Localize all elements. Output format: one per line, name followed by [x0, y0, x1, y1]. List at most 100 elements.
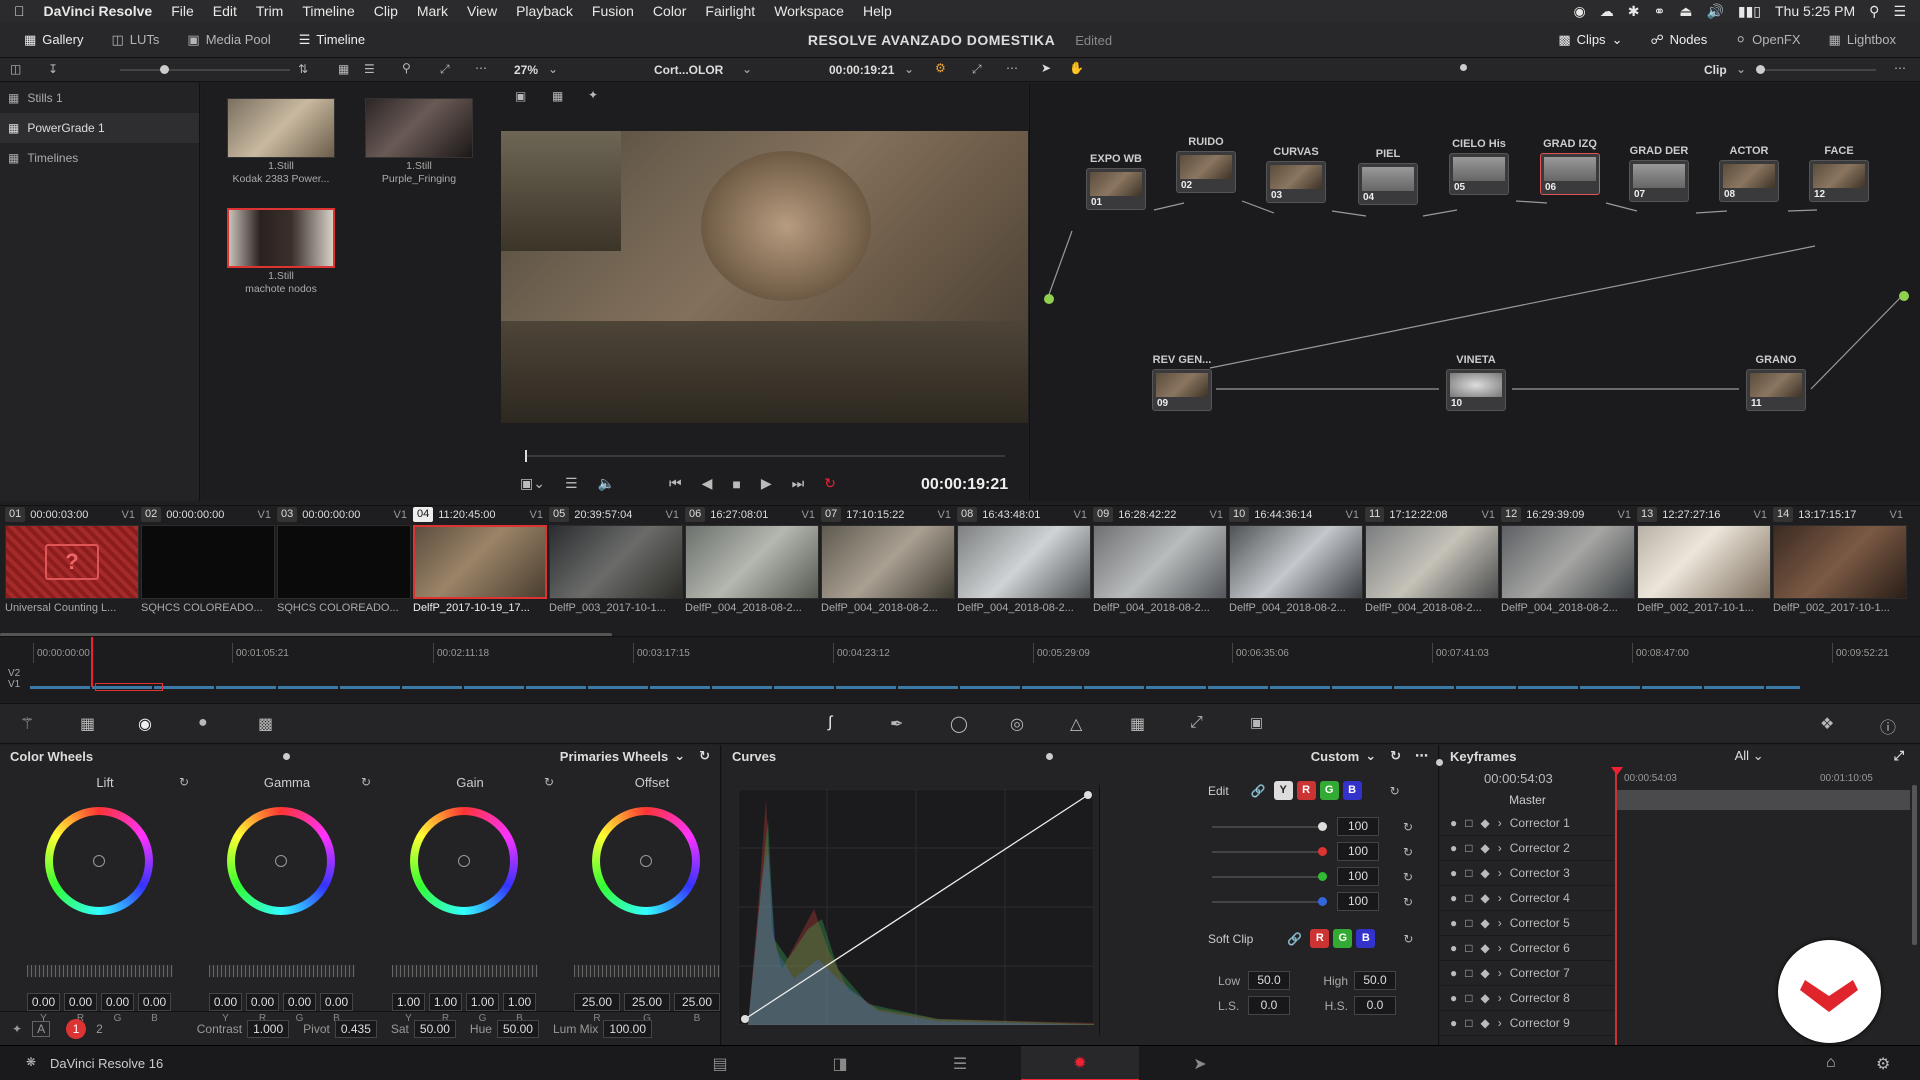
eject-icon[interactable]: ⏏: [1679, 3, 1692, 20]
tc-chevron-icon[interactable]: ⌄: [904, 62, 914, 76]
enable-dot-icon[interactable]: ●: [1450, 1016, 1457, 1030]
reset-wheel-icon[interactable]: ↻: [361, 775, 371, 789]
wheel-master-slider[interactable]: [392, 965, 538, 977]
node-zoom-slider[interactable]: [1756, 65, 1876, 74]
keyframe-diamond-icon[interactable]: ◆: [1481, 1016, 1490, 1030]
node-box[interactable]: 01: [1086, 168, 1146, 210]
rgb-mixer-icon[interactable]: ●: [198, 714, 208, 732]
softclip-r-button[interactable]: R: [1310, 929, 1330, 948]
enable-dot-icon[interactable]: ●: [1450, 816, 1457, 830]
wheel-master-slider[interactable]: [27, 965, 173, 977]
clip-image[interactable]: [413, 525, 547, 599]
motion-effects-icon[interactable]: ▩: [258, 714, 273, 734]
timeline-button[interactable]: ☰ Timeline: [285, 22, 379, 58]
clip-image[interactable]: [1501, 525, 1635, 599]
pivot-control[interactable]: Pivot 0.435: [303, 1019, 377, 1038]
page-edit[interactable]: ☰: [901, 1046, 1019, 1080]
expand-chevron-icon[interactable]: ›: [1498, 841, 1502, 855]
master-row[interactable]: Master: [1440, 790, 1615, 810]
reset-softclip-icon[interactable]: ↻: [1403, 932, 1413, 946]
home-icon[interactable]: ⌂: [1826, 1054, 1836, 1072]
reset-intensity-icon[interactable]: ↻: [1403, 895, 1413, 909]
scrubber-playhead[interactable]: [525, 450, 527, 462]
wheel-puck[interactable]: [640, 855, 652, 867]
wheel-value[interactable]: 0.00: [320, 993, 353, 1011]
node-box[interactable]: 06: [1540, 153, 1600, 195]
still-item[interactable]: 1.Still Purple_Fringing: [365, 98, 473, 186]
softclip-g-button[interactable]: G: [1333, 929, 1353, 948]
curves-tab-icon[interactable]: ∫: [828, 714, 832, 732]
page-2-button[interactable]: 2: [96, 1022, 103, 1036]
clip-chevron-icon[interactable]: ⌄: [742, 62, 752, 76]
menu-trim[interactable]: Trim: [256, 3, 283, 19]
lock-icon[interactable]: □: [1465, 966, 1472, 980]
wheel-value[interactable]: 0.00: [283, 993, 316, 1011]
keyframe-diamond-icon[interactable]: ◆: [1481, 991, 1490, 1005]
menu-clip[interactable]: Clip: [374, 3, 398, 19]
node-10[interactable]: VINETA 10: [1446, 354, 1506, 411]
wheel-center[interactable]: [235, 815, 327, 907]
window-icon[interactable]: ◯: [950, 714, 968, 734]
lum-mix-value[interactable]: 100.00: [603, 1019, 653, 1038]
reset-intensity-icon[interactable]: ↻: [1403, 845, 1413, 859]
wheel-master-slider[interactable]: [574, 965, 720, 977]
still-thumbnail[interactable]: [227, 208, 335, 268]
clip-image[interactable]: [821, 525, 955, 599]
primaries-mode-select[interactable]: Primaries Wheels: [560, 749, 668, 764]
clip-thumbnail-08[interactable]: 08 16:43:48:01 V1 DelfP_004_2018-08-2...: [957, 506, 1091, 634]
split-view-icon[interactable]: ▦: [552, 89, 563, 103]
gallery-button[interactable]: ▦ Gallery: [10, 22, 97, 58]
expand-icon[interactable]: ⤢: [440, 62, 450, 77]
sat-value[interactable]: 50.00: [413, 1019, 456, 1038]
low-value[interactable]: 50.0: [1248, 971, 1290, 990]
curves-page-dot[interactable]: [1046, 752, 1054, 760]
node-05[interactable]: CIELO His 05: [1449, 138, 1509, 195]
sat-control[interactable]: Sat 50.00: [391, 1019, 456, 1038]
clip-thumbnail-05[interactable]: 05 20:39:57:04 V1 DelfP_003_2017-10-1...: [549, 506, 683, 634]
wheels-page-dot[interactable]: [283, 752, 291, 760]
clips-button[interactable]: ▩ Clips ⌄: [1544, 22, 1636, 58]
curve-point-black[interactable]: [741, 1015, 749, 1023]
expand-chevron-icon[interactable]: ›: [1498, 1016, 1502, 1030]
wheel-value[interactable]: 0.00: [101, 993, 134, 1011]
enable-dot-icon[interactable]: ●: [1450, 916, 1457, 930]
corrector-row[interactable]: ● □ ◆ › Corrector 5: [1440, 911, 1614, 936]
menu-fusion[interactable]: Fusion: [592, 3, 634, 19]
clip-thumbnail-13[interactable]: 13 12:27:27:16 V1 DelfP_002_2017-10-1...: [1637, 506, 1771, 634]
enable-dot-icon[interactable]: ●: [1450, 866, 1457, 880]
sidebar-toggle-icon[interactable]: ◫: [10, 62, 21, 76]
still-item[interactable]: 1.Still Kodak 2383 Power...: [227, 98, 335, 186]
lock-icon[interactable]: □: [1465, 866, 1472, 880]
page-color[interactable]: ✹: [1021, 1046, 1139, 1080]
curve-point-white[interactable]: [1084, 791, 1092, 799]
reset-curves-icon[interactable]: ↻: [1390, 748, 1401, 764]
wheel-value[interactable]: 25.00: [574, 993, 620, 1011]
node-box[interactable]: 10: [1446, 369, 1506, 411]
wheel-puck[interactable]: [275, 855, 287, 867]
keyframe-diamond-icon[interactable]: ◆: [1481, 966, 1490, 980]
intensity-slider[interactable]: [1212, 821, 1327, 831]
album-powergrade-1[interactable]: ▦ PowerGrade 1: [0, 113, 199, 143]
menu-view[interactable]: View: [467, 3, 497, 19]
wheel-puck[interactable]: [93, 855, 105, 867]
intensity-value[interactable]: 100: [1337, 892, 1379, 911]
clip-image[interactable]: ?: [5, 525, 139, 599]
sort-icon[interactable]: ⇅: [298, 62, 308, 76]
reset-intensity-icon[interactable]: ↻: [1403, 820, 1413, 834]
keyframe-diamond-icon[interactable]: ◆: [1481, 841, 1490, 855]
menu-timeline[interactable]: Timeline: [302, 3, 354, 19]
pivot-value[interactable]: 0.435: [334, 1019, 377, 1038]
viewer-scrubber[interactable]: [525, 450, 1005, 462]
keyframe-diamond-icon[interactable]: ◆: [1481, 891, 1490, 905]
color-match-icon[interactable]: ▦: [80, 714, 95, 734]
keyframe-diamond-icon[interactable]: ◆: [1481, 916, 1490, 930]
expand-chevron-icon[interactable]: ›: [1498, 816, 1502, 830]
node-08[interactable]: ACTOR 08: [1719, 145, 1779, 202]
skip-end-icon[interactable]: ⏭: [792, 475, 805, 492]
wheel-offset[interactable]: Offset↻25.0025.0025.00RGB: [562, 775, 742, 1024]
corrector-row[interactable]: ● □ ◆ › Corrector 4: [1440, 886, 1614, 911]
app-menu[interactable]: DaVinci Resolve: [44, 3, 153, 19]
clip-image[interactable]: [957, 525, 1091, 599]
mini-timeline[interactable]: 00:00:00:00 00:01:05:21 00:02:11:18 00:03:1…: [0, 636, 1920, 702]
wheel-gamma[interactable]: Gamma ↻ 0.00 0.00 0.00 0.00 Y R G B: [197, 775, 377, 1024]
